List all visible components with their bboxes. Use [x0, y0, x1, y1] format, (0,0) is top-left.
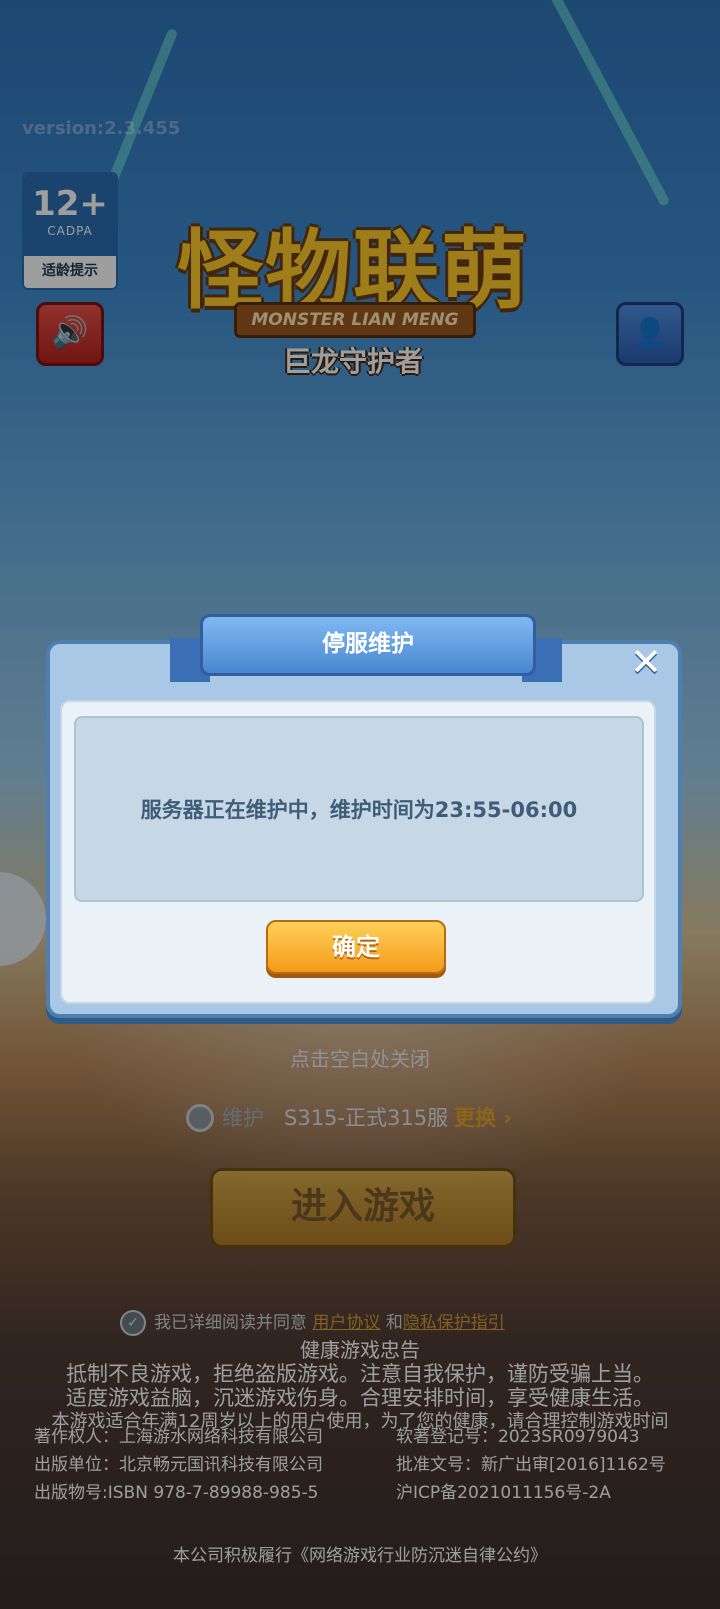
- close-icon: ✕: [630, 640, 662, 684]
- dialog-body: 服务器正在维护中，维护时间为23:55-06:00 确定: [60, 700, 656, 1004]
- confirm-button[interactable]: 确定: [266, 920, 446, 974]
- maintenance-dialog: 停服维护 ✕ 服务器正在维护中，维护时间为23:55-06:00 确定: [46, 614, 682, 1018]
- dialog-title: 停服维护: [200, 614, 536, 676]
- maintenance-message: 服务器正在维护中，维护时间为23:55-06:00: [140, 798, 578, 822]
- message-panel: 服务器正在维护中，维护时间为23:55-06:00: [74, 716, 644, 902]
- close-dialog-button[interactable]: ✕: [624, 640, 668, 684]
